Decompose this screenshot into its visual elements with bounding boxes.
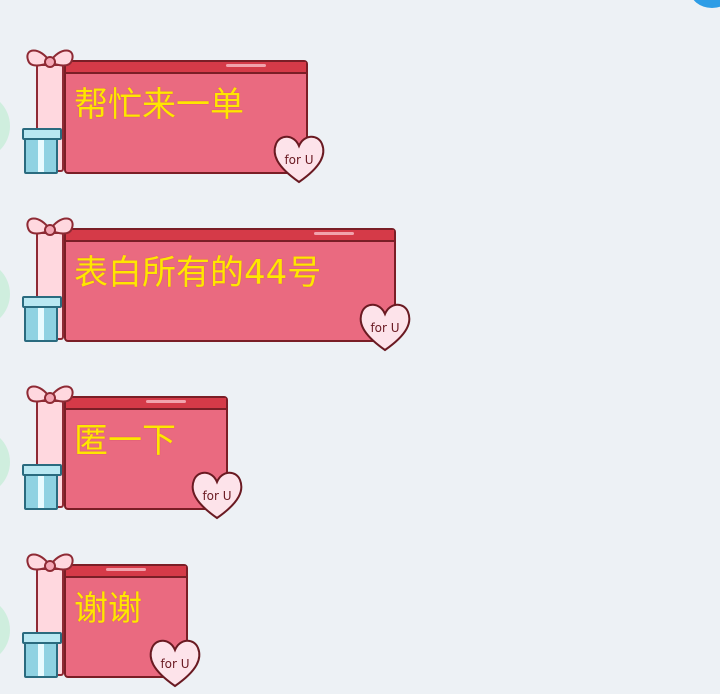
chat-bubble[interactable]: 帮忙来一单 for U — [0, 40, 340, 190]
gift-bow-icon — [26, 385, 74, 404]
gift-bow-icon — [26, 49, 74, 68]
heart-badge-text: for U — [160, 657, 189, 671]
message-text: 匿一下 — [74, 421, 176, 461]
gift-box-icon — [22, 296, 62, 342]
heart-for-u-icon: for U — [273, 135, 325, 184]
message-text: 帮忙来一单 — [74, 85, 244, 125]
chat-bubble[interactable]: 匿一下 for U — [0, 376, 260, 526]
heart-badge-text: for U — [202, 489, 231, 503]
heart-for-u-icon: for U — [359, 303, 411, 352]
message-row: 匿一下 for U — [0, 376, 260, 526]
message-row: 谢谢 for U — [0, 544, 220, 694]
message-text: 表白所有的44号 — [74, 253, 322, 293]
chat-bubble[interactable]: 谢谢 for U — [0, 544, 220, 694]
gift-bow-icon — [26, 553, 74, 572]
gift-box-icon — [22, 128, 62, 174]
heart-for-u-icon: for U — [149, 639, 201, 688]
message-text: 谢谢 — [74, 589, 142, 629]
heart-badge-text: for U — [370, 321, 399, 335]
chat-bubble[interactable]: 表白所有的44号 for U — [0, 208, 420, 358]
message-row: 帮忙来一单 for U — [0, 40, 340, 190]
message-row: 表白所有的44号 for U — [0, 208, 420, 358]
gift-box-icon — [22, 464, 62, 510]
heart-badge-text: for U — [284, 153, 313, 167]
unread-indicator — [690, 0, 720, 8]
gift-box-icon — [22, 632, 62, 678]
heart-for-u-icon: for U — [191, 471, 243, 520]
gift-bow-icon — [26, 217, 74, 236]
